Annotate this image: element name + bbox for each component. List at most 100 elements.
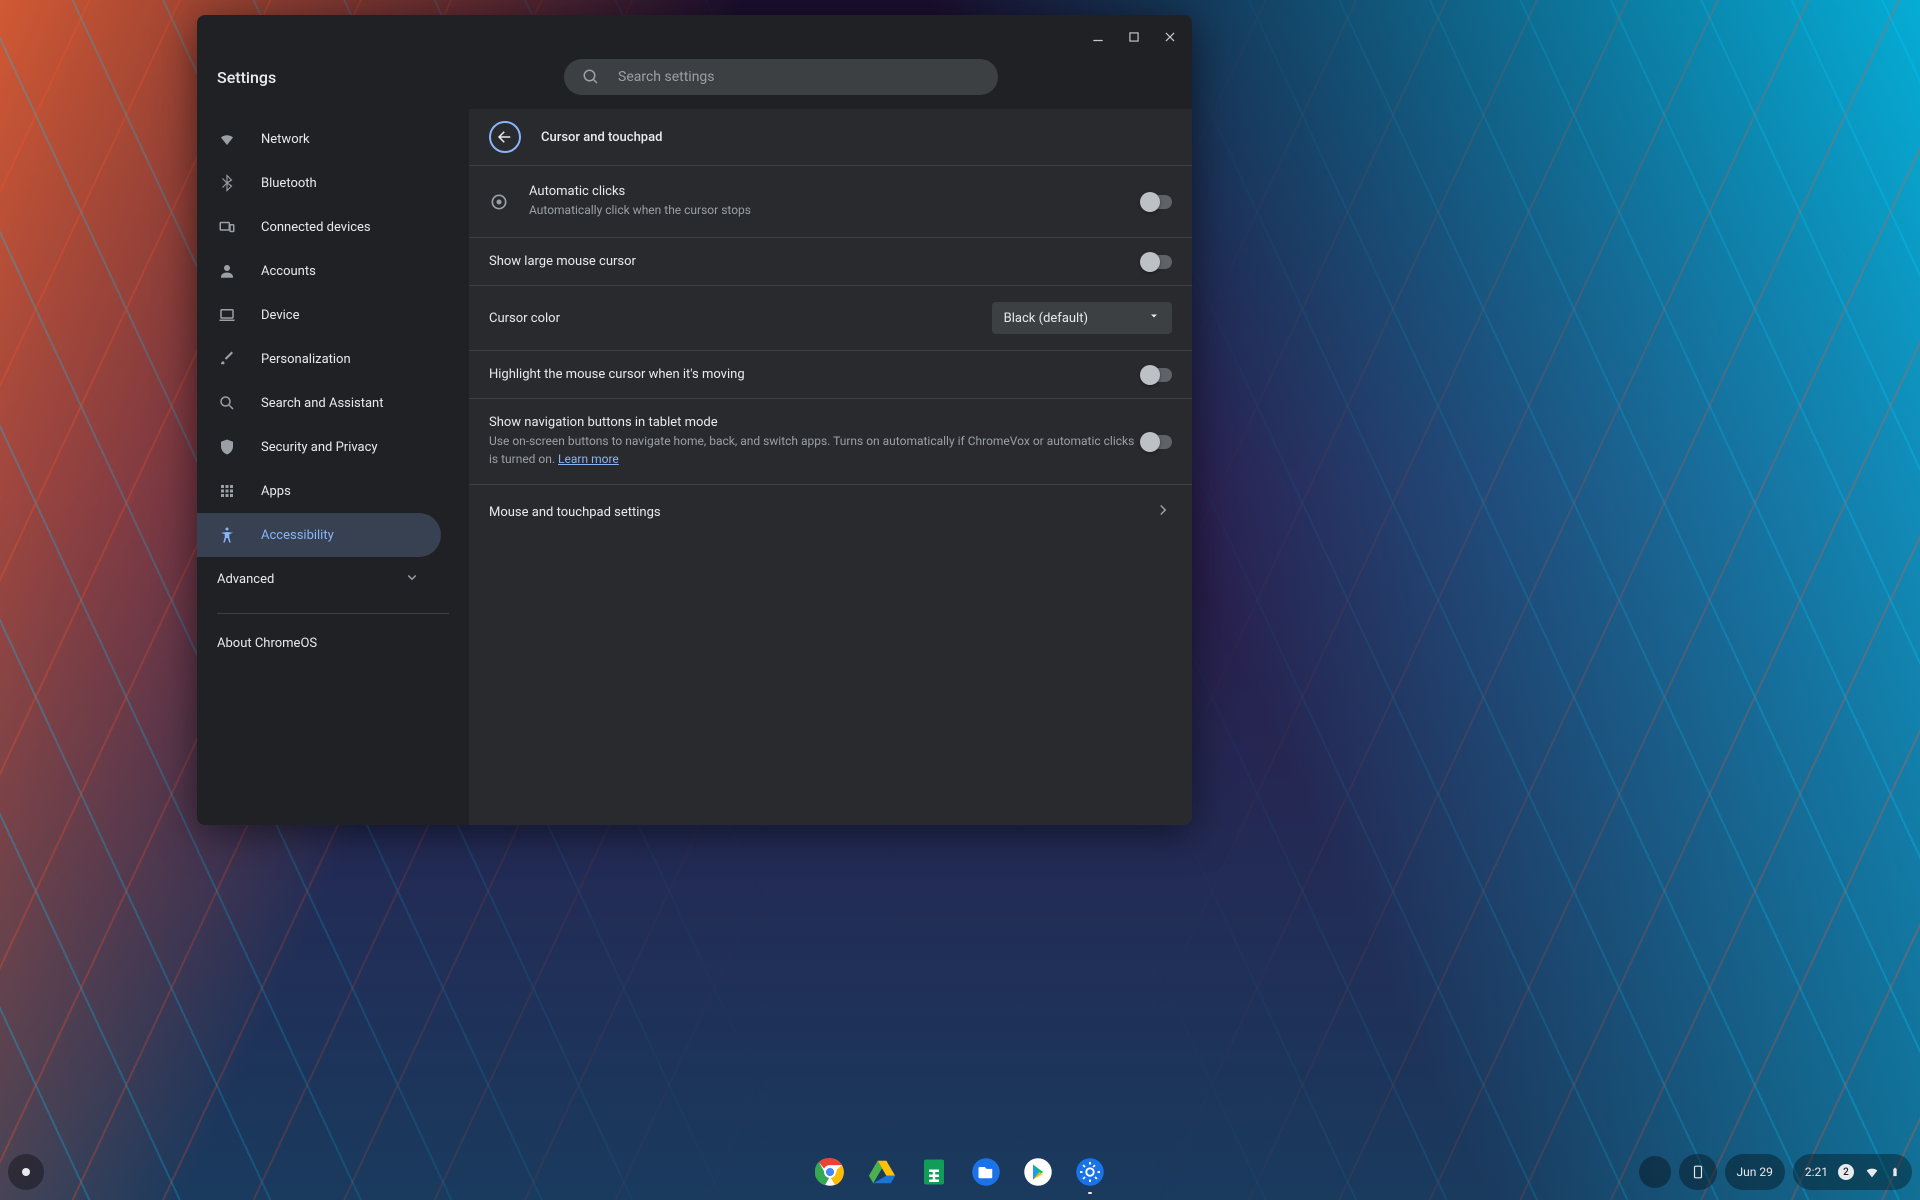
search-icon bbox=[217, 393, 237, 413]
settings-window: Settings Network Bluetooth Connected dev… bbox=[197, 15, 1192, 825]
row-subtitle: Automatically click when the cursor stop… bbox=[529, 201, 1142, 219]
sidebar-item-label: Apps bbox=[261, 484, 291, 499]
search-icon bbox=[582, 68, 600, 86]
launcher-button[interactable] bbox=[8, 1154, 44, 1190]
toggle-automatic-clicks[interactable] bbox=[1142, 195, 1172, 209]
toggle-large-cursor[interactable] bbox=[1142, 255, 1172, 269]
sidebar-item-label: Personalization bbox=[261, 352, 351, 367]
sidebar-item-network[interactable]: Network bbox=[197, 117, 441, 161]
wifi-icon bbox=[1864, 1164, 1880, 1180]
learn-more-link[interactable]: Learn more bbox=[558, 452, 619, 466]
row-highlight-cursor: Highlight the mouse cursor when it's mov… bbox=[469, 351, 1192, 399]
sidebar-item-about[interactable]: About ChromeOS bbox=[197, 626, 469, 661]
close-button[interactable] bbox=[1156, 23, 1184, 51]
settings-icon[interactable] bbox=[1074, 1156, 1106, 1188]
sidebar-item-security-privacy[interactable]: Security and Privacy bbox=[197, 425, 441, 469]
row-title: Cursor color bbox=[489, 311, 992, 326]
sidebar-item-accessibility[interactable]: Accessibility bbox=[197, 513, 441, 557]
sidebar-item-device[interactable]: Device bbox=[197, 293, 441, 337]
play-store-icon[interactable] bbox=[1022, 1156, 1054, 1188]
sheets-icon[interactable] bbox=[918, 1156, 950, 1188]
sidebar-item-label: Accounts bbox=[261, 264, 316, 279]
maximize-button[interactable] bbox=[1120, 23, 1148, 51]
row-title: Show large mouse cursor bbox=[489, 254, 1142, 269]
search-box[interactable] bbox=[564, 59, 998, 95]
minimize-icon bbox=[1091, 30, 1105, 44]
devices-icon bbox=[217, 217, 237, 237]
sidebar-item-label: Search and Assistant bbox=[261, 396, 384, 411]
battery-icon bbox=[1890, 1164, 1900, 1180]
shelf: Jun 29 2:21 2 bbox=[0, 1144, 1920, 1200]
row-title: Automatic clicks bbox=[529, 184, 1142, 199]
sidebar-item-label: Accessibility bbox=[261, 528, 334, 543]
sidebar-item-accounts[interactable]: Accounts bbox=[197, 249, 441, 293]
select-value: Black (default) bbox=[1004, 311, 1088, 326]
sidebar-item-label: Security and Privacy bbox=[261, 440, 378, 455]
row-title: Show navigation buttons in tablet mode bbox=[489, 415, 1142, 430]
date-text: Jun 29 bbox=[1737, 1165, 1773, 1179]
sidebar-item-connected-devices[interactable]: Connected devices bbox=[197, 205, 441, 249]
shelf-apps bbox=[814, 1156, 1106, 1188]
chevron-down-icon bbox=[403, 568, 421, 590]
holding-space[interactable] bbox=[1639, 1156, 1671, 1188]
shelf-status: Jun 29 2:21 2 bbox=[1639, 1154, 1912, 1190]
divider bbox=[217, 613, 449, 614]
sidebar-item-label: Device bbox=[261, 308, 300, 323]
phone-icon bbox=[1691, 1162, 1705, 1182]
chevron-down-icon bbox=[1148, 310, 1160, 326]
row-nav-buttons: Show navigation buttons in tablet mode U… bbox=[469, 399, 1192, 485]
back-button[interactable] bbox=[489, 121, 521, 153]
person-icon bbox=[217, 261, 237, 281]
header-row: Settings bbox=[197, 59, 1192, 109]
sidebar-item-label: Bluetooth bbox=[261, 176, 317, 191]
page-header: Cursor and touchpad bbox=[469, 109, 1192, 166]
app-title: Settings bbox=[217, 68, 542, 87]
row-mouse-touchpad-settings[interactable]: Mouse and touchpad settings bbox=[469, 485, 1192, 539]
status-tray[interactable]: 2:21 2 bbox=[1793, 1154, 1912, 1190]
drive-icon[interactable] bbox=[866, 1156, 898, 1188]
calendar-button[interactable]: Jun 29 bbox=[1725, 1154, 1785, 1190]
row-automatic-clicks: Automatic clicks Automatically click whe… bbox=[469, 166, 1192, 238]
chrome-icon[interactable] bbox=[814, 1156, 846, 1188]
accessibility-icon bbox=[217, 525, 237, 545]
row-subtitle: Use on-screen buttons to navigate home, … bbox=[489, 432, 1142, 468]
sidebar-item-personalization[interactable]: Personalization bbox=[197, 337, 441, 381]
row-title: Mouse and touchpad settings bbox=[489, 505, 1154, 520]
launcher-icon bbox=[22, 1168, 30, 1176]
phone-hub-button[interactable] bbox=[1679, 1154, 1717, 1190]
row-large-cursor: Show large mouse cursor bbox=[469, 238, 1192, 286]
arrow-left-icon bbox=[496, 128, 514, 146]
toggle-nav-buttons[interactable] bbox=[1142, 435, 1172, 449]
sidebar-item-bluetooth[interactable]: Bluetooth bbox=[197, 161, 441, 205]
target-icon bbox=[489, 192, 529, 212]
chevron-right-icon bbox=[1154, 501, 1172, 523]
sidebar-item-advanced[interactable]: Advanced bbox=[197, 557, 441, 601]
minimize-button[interactable] bbox=[1084, 23, 1112, 51]
apps-icon bbox=[217, 481, 237, 501]
sidebar-item-search-assistant[interactable]: Search and Assistant bbox=[197, 381, 441, 425]
cursor-color-select[interactable]: Black (default) bbox=[992, 302, 1172, 334]
notification-badge: 2 bbox=[1838, 1164, 1854, 1180]
sidebar-item-apps[interactable]: Apps bbox=[197, 469, 441, 513]
files-icon[interactable] bbox=[970, 1156, 1002, 1188]
time-text: 2:21 bbox=[1805, 1165, 1828, 1179]
sidebar-item-label: Advanced bbox=[217, 572, 274, 587]
sidebar-item-label: Network bbox=[261, 132, 310, 147]
toggle-highlight-cursor[interactable] bbox=[1142, 368, 1172, 382]
sidebar-item-label: Connected devices bbox=[261, 220, 371, 235]
row-cursor-color: Cursor color Black (default) bbox=[469, 286, 1192, 351]
maximize-icon bbox=[1127, 30, 1141, 44]
shield-icon bbox=[217, 437, 237, 457]
row-title: Highlight the mouse cursor when it's mov… bbox=[489, 367, 1142, 382]
window-body: Network Bluetooth Connected devices Acco… bbox=[197, 109, 1192, 825]
wifi-icon bbox=[217, 129, 237, 149]
page-title: Cursor and touchpad bbox=[541, 130, 662, 145]
brush-icon bbox=[217, 349, 237, 369]
bluetooth-icon bbox=[217, 173, 237, 193]
search-input[interactable] bbox=[618, 69, 980, 85]
sidebar-item-label: About ChromeOS bbox=[217, 636, 317, 651]
laptop-icon bbox=[217, 305, 237, 325]
content-area: Cursor and touchpad Automatic clicks Aut… bbox=[469, 109, 1192, 825]
sidebar: Network Bluetooth Connected devices Acco… bbox=[197, 109, 469, 825]
titlebar bbox=[197, 15, 1192, 59]
